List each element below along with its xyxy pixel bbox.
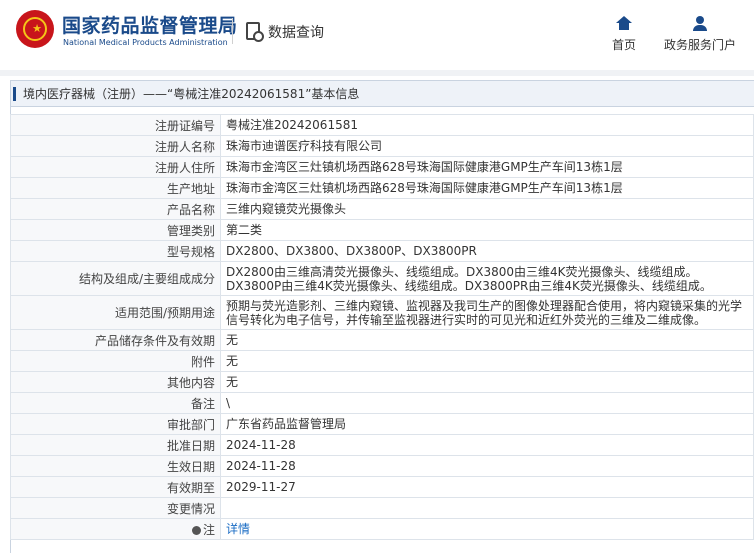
field-label: 生产地址 <box>10 177 221 199</box>
field-label: 管理类别 <box>10 219 221 241</box>
field-value: 三维内窥镜荧光摄像头 <box>220 198 754 220</box>
field-value: 详情 <box>220 518 754 540</box>
panel-title: 境内医疗器械（注册）——“粤械注准20242061581”基本信息 <box>11 81 754 107</box>
header-separator <box>0 70 754 76</box>
field-value: \ <box>220 392 754 414</box>
field-value: 无 <box>220 350 754 372</box>
table-row: 附件 无 <box>10 350 754 372</box>
table-row: 管理类别 第二类 <box>10 219 754 241</box>
table-row: 有效期至 2029-11-27 <box>10 476 754 498</box>
emblem-star-icon: ★ <box>32 22 42 35</box>
table-row: 型号规格 DX2800、DX3800、DX3800P、DX3800PR <box>10 240 754 262</box>
nav-home-label: 首页 <box>611 38 636 52</box>
table-row: 注册人住所 珠海市金湾区三灶镇机场西路628号珠海国际健康港GMP生产车间13栋… <box>10 156 754 178</box>
table-row: 变更情况 <box>10 497 754 519</box>
table-row: 结构及组成/主要组成成分 DX2800由三维高清荧光摄像头、线缆组成。DX380… <box>10 261 754 296</box>
note-label: 注 <box>202 522 215 537</box>
emblem-ring: ★ <box>23 17 47 41</box>
field-label: 生效日期 <box>10 455 221 477</box>
field-value: 广东省药品监督管理局 <box>220 413 754 435</box>
document-search-icon <box>246 22 264 42</box>
field-label: 有效期至 <box>10 476 221 498</box>
field-value: 珠海市迪谱医疗科技有限公司 <box>220 135 754 157</box>
title-accent-bar <box>13 87 16 101</box>
brand-subtitle: National Medical Products Administration <box>63 38 228 47</box>
nav-portal-label: 政务服务门户 <box>663 38 736 52</box>
data-query-label: 数据查询 <box>268 25 324 41</box>
field-value: 粤械注准20242061581 <box>220 114 754 136</box>
field-label: 结构及组成/主要组成成分 <box>10 261 221 296</box>
field-label: 变更情况 <box>10 497 221 519</box>
header-divider <box>232 18 233 44</box>
field-label: 产品名称 <box>10 198 221 220</box>
table-row: 生效日期 2024-11-28 <box>10 455 754 477</box>
site-header: ★ 国家药品监督管理局 National Medical Products Ad… <box>0 0 754 70</box>
field-label: 批准日期 <box>10 434 221 456</box>
field-value: 2024-11-28 <box>220 434 754 456</box>
field-value: 珠海市金湾区三灶镇机场西路628号珠海国际健康港GMP生产车间13栋1层 <box>220 156 754 178</box>
field-label: 注册人名称 <box>10 135 221 157</box>
panel-title-text: 境内医疗器械（注册）——“粤械注准20242061581”基本信息 <box>23 87 360 101</box>
field-label: 附件 <box>10 350 221 372</box>
field-value: 2024-11-28 <box>220 455 754 477</box>
field-value <box>220 497 754 519</box>
table-row: 注册人名称 珠海市迪谱医疗科技有限公司 <box>10 135 754 157</box>
field-value: 珠海市金湾区三灶镇机场西路628号珠海国际健康港GMP生产车间13栋1层 <box>220 177 754 199</box>
table-row: 适用范围/预期用途 预期与荧光造影剂、三维内窥镜、监视器及我司生产的图像处理器配… <box>10 295 754 330</box>
table-row: 批准日期 2024-11-28 <box>10 434 754 456</box>
field-value: 无 <box>220 371 754 393</box>
user-icon <box>692 16 708 31</box>
emblem-logo-icon[interactable]: ★ <box>16 10 54 48</box>
table-row: 注 详情 <box>10 518 754 540</box>
note-icon <box>191 525 201 535</box>
detail-table: 注册证编号 粤械注准20242061581 注册人名称 珠海市迪谱医疗科技有限公… <box>10 114 754 540</box>
field-label: 注册人住所 <box>10 156 221 178</box>
field-label: 适用范围/预期用途 <box>10 295 221 330</box>
detail-link[interactable]: 详情 <box>226 522 250 536</box>
field-value: 第二类 <box>220 219 754 241</box>
field-value: DX2800由三维高清荧光摄像头、线缆组成。DX3800由三维4K荧光摄像头、线… <box>220 261 754 296</box>
field-label: 其他内容 <box>10 371 221 393</box>
home-icon <box>616 16 632 30</box>
table-row: 审批部门 广东省药品监督管理局 <box>10 413 754 435</box>
brand-title[interactable]: 国家药品监督管理局 <box>62 11 238 38</box>
field-label: 注册证编号 <box>10 114 221 136</box>
field-label: 注 <box>10 518 221 540</box>
nav-home[interactable]: 首页 <box>606 16 642 53</box>
nav-service-portal[interactable]: 政务服务门户 <box>660 16 740 53</box>
field-label: 型号规格 <box>10 240 221 262</box>
field-value: 2029-11-27 <box>220 476 754 498</box>
table-row: 产品名称 三维内窥镜荧光摄像头 <box>10 198 754 220</box>
table-row: 注册证编号 粤械注准20242061581 <box>10 114 754 136</box>
field-label: 产品储存条件及有效期 <box>10 329 221 351</box>
field-label: 审批部门 <box>10 413 221 435</box>
field-value: 预期与荧光造影剂、三维内窥镜、监视器及我司生产的图像处理器配合使用，将内窥镜采集… <box>220 295 754 330</box>
table-row: 备注 \ <box>10 392 754 414</box>
field-label: 备注 <box>10 392 221 414</box>
field-value: 无 <box>220 329 754 351</box>
table-row: 其他内容 无 <box>10 371 754 393</box>
field-value: DX2800、DX3800、DX3800P、DX3800PR <box>220 240 754 262</box>
table-row: 生产地址 珠海市金湾区三灶镇机场西路628号珠海国际健康港GMP生产车间13栋1… <box>10 177 754 199</box>
table-row: 产品储存条件及有效期 无 <box>10 329 754 351</box>
